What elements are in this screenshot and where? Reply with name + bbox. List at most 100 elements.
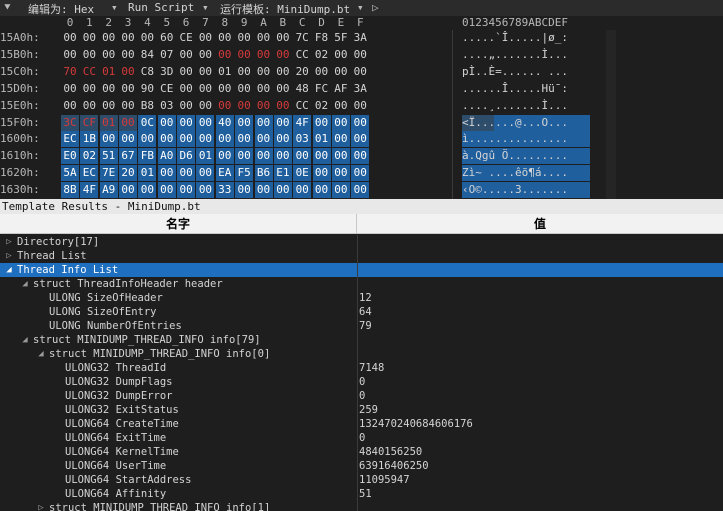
hex-byte[interactable]: 51	[99, 148, 118, 165]
hex-byte[interactable]: 00	[312, 182, 331, 199]
hex-byte[interactable]: 00	[119, 81, 137, 97]
hex-byte[interactable]: 00	[235, 131, 254, 148]
hex-byte[interactable]: 7E	[99, 165, 118, 182]
hex-byte[interactable]: 00	[196, 30, 214, 46]
hex-byte[interactable]: 33	[215, 182, 234, 199]
hex-byte[interactable]: 00	[119, 114, 138, 131]
tree-row[interactable]: ULONG64 CreateTime 132470240684606176	[0, 417, 723, 431]
hex-byte[interactable]: 00	[177, 47, 195, 63]
hex-byte[interactable]: 00	[274, 30, 292, 46]
tree-row[interactable]: ULONG32 ExitStatus 259	[0, 403, 723, 417]
hex-byte[interactable]: 00	[138, 131, 157, 148]
hex-byte[interactable]: 7C	[293, 30, 311, 46]
tree-row[interactable]: ▷ Directory[17]	[0, 235, 723, 249]
hex-byte[interactable]: 00	[119, 64, 137, 80]
hex-byte[interactable]: 00	[274, 64, 292, 80]
hex-byte[interactable]: 00	[254, 182, 273, 199]
hex-byte[interactable]: 00	[255, 64, 273, 80]
hex-byte[interactable]: 00	[196, 131, 215, 148]
hex-byte[interactable]: EA	[215, 165, 234, 182]
hex-byte[interactable]: CE	[158, 81, 176, 97]
menu-arrow-icon[interactable]: ⯆	[3, 1, 12, 15]
collapse-arrow-icon[interactable]: ◢	[4, 263, 14, 277]
hex-byte[interactable]: 00	[254, 148, 273, 165]
hex-byte[interactable]: 00	[235, 182, 254, 199]
tree-row[interactable]: ULONG64 StartAddress 11095947	[0, 473, 723, 487]
hex-byte[interactable]: 00	[255, 47, 273, 63]
hex-byte[interactable]: 00	[100, 81, 118, 97]
hex-byte[interactable]: 00	[332, 98, 350, 114]
hex-byte[interactable]: 3C	[61, 114, 79, 131]
hex-byte[interactable]: 1B	[80, 131, 99, 148]
hex-byte[interactable]: FC	[313, 81, 331, 97]
collapse-arrow-icon[interactable]: ◢	[20, 333, 30, 347]
hex-byte[interactable]: 00	[235, 30, 253, 46]
tree-row[interactable]: ULONG64 UserTime 63916406250	[0, 459, 723, 473]
hex-byte[interactable]: 00	[235, 81, 253, 97]
hex-byte[interactable]: 00	[351, 131, 370, 148]
hex-byte[interactable]: 00	[99, 131, 118, 148]
hex-byte[interactable]: CC	[80, 64, 98, 80]
hex-byte[interactable]: EC	[80, 165, 99, 182]
hex-byte[interactable]: 00	[274, 47, 292, 63]
hex-byte[interactable]: 00	[196, 114, 215, 131]
hex-byte[interactable]: CC	[293, 98, 311, 114]
run-icon[interactable]: ▷	[372, 1, 379, 14]
hex-byte[interactable]: 01	[99, 114, 118, 131]
hex-byte[interactable]: 8B	[61, 182, 79, 199]
hex-byte[interactable]: 00	[196, 47, 214, 63]
hex-byte[interactable]: 00	[157, 114, 176, 131]
hex-byte[interactable]: 00	[293, 182, 312, 199]
hex-byte[interactable]: 60	[158, 30, 176, 46]
hex-byte[interactable]: CF	[80, 114, 99, 131]
hex-byte[interactable]: 00	[351, 182, 370, 199]
hex-byte[interactable]: 5F	[332, 30, 350, 46]
hex-byte[interactable]: 02	[313, 47, 331, 63]
tree-row[interactable]: ULONG64 Affinity 51	[0, 487, 723, 501]
hex-byte[interactable]: 01	[138, 165, 157, 182]
hex-byte[interactable]: C8	[138, 64, 156, 80]
hex-byte[interactable]: E1	[273, 165, 292, 182]
hex-byte[interactable]: 00	[100, 30, 118, 46]
hex-byte[interactable]: 00	[177, 114, 196, 131]
hex-byte[interactable]: 00	[312, 165, 331, 182]
chevron-down-icon[interactable]: ▾	[202, 1, 209, 14]
hex-byte[interactable]: 00	[61, 81, 79, 97]
template-results-tree[interactable]: ▷ Directory[17] ▷ Thread List ◢ Thread Info L…	[0, 235, 723, 511]
hex-byte[interactable]: 00	[235, 148, 254, 165]
hex-byte[interactable]: 00	[274, 81, 292, 97]
hex-byte[interactable]: 00	[61, 30, 79, 46]
column-header-name[interactable]: 名字	[0, 214, 357, 234]
hex-byte[interactable]: 00	[235, 47, 253, 63]
hex-byte[interactable]: 00	[331, 148, 350, 165]
hex-byte[interactable]: 00	[351, 114, 370, 131]
hex-byte[interactable]: 00	[274, 98, 292, 114]
chevron-down-icon[interactable]: ▾	[357, 1, 364, 14]
hex-byte[interactable]: 00	[235, 114, 254, 131]
hex-byte[interactable]: 00	[332, 47, 350, 63]
column-header-value[interactable]: 值	[357, 214, 723, 234]
hex-byte[interactable]: 00	[313, 64, 331, 80]
hex-byte[interactable]: 01	[100, 64, 118, 80]
tree-row[interactable]: ULONG32 DumpFlags 0	[0, 375, 723, 389]
hex-byte[interactable]: 00	[157, 165, 176, 182]
hex-byte[interactable]: 00	[177, 98, 195, 114]
hex-byte[interactable]: 4F	[293, 114, 312, 131]
hex-byte[interactable]: 00	[331, 182, 350, 199]
hex-byte[interactable]: 00	[157, 182, 176, 199]
hex-byte[interactable]: 00	[331, 114, 350, 131]
tree-row[interactable]: ULONG32 DumpError 0	[0, 389, 723, 403]
hex-byte[interactable]: 00	[119, 131, 138, 148]
hex-byte[interactable]: 00	[80, 81, 98, 97]
hex-byte[interactable]: 00	[177, 131, 196, 148]
hex-byte[interactable]: B8	[138, 98, 156, 114]
hex-byte[interactable]: 00	[177, 81, 195, 97]
hex-byte[interactable]: 00	[177, 182, 196, 199]
hex-byte[interactable]: 01	[312, 131, 331, 148]
hex-byte[interactable]: 00	[100, 98, 118, 114]
hex-byte[interactable]: 00	[177, 64, 195, 80]
hex-byte[interactable]: 00	[196, 165, 215, 182]
hex-byte[interactable]: 00	[351, 64, 369, 80]
hex-byte[interactable]: 00	[119, 182, 138, 199]
hex-byte[interactable]: 00	[351, 148, 370, 165]
